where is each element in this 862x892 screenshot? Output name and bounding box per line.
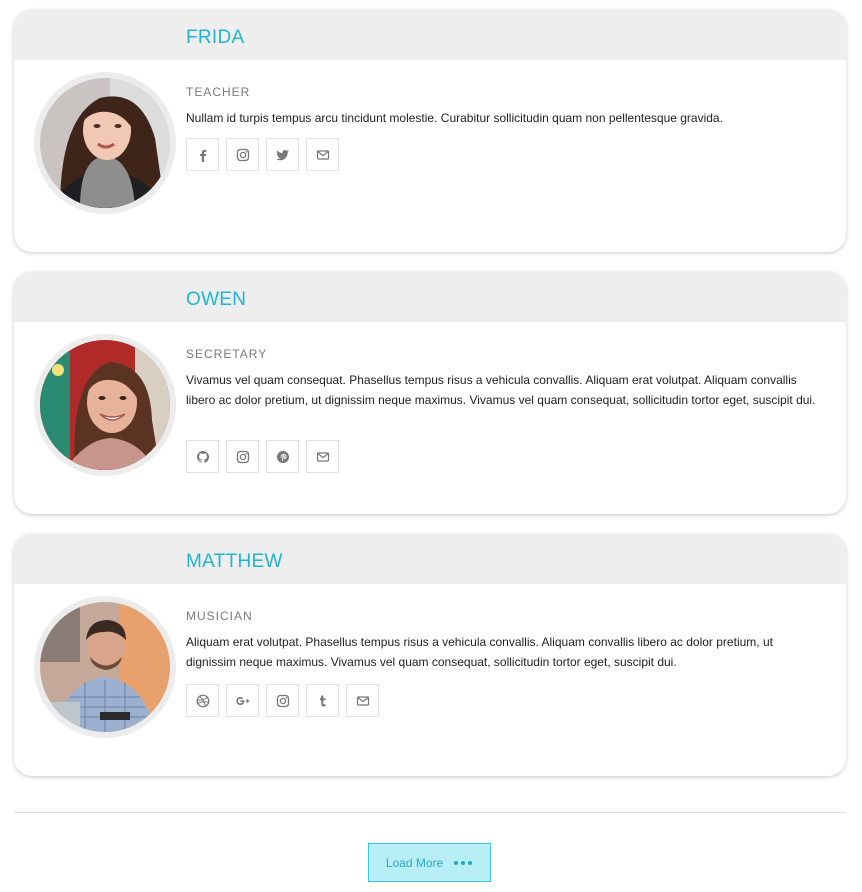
email-icon xyxy=(316,451,329,462)
facebook-icon xyxy=(199,149,206,162)
profile-name: OWEN xyxy=(186,289,247,310)
dribbble-link[interactable] xyxy=(186,684,219,717)
email-link[interactable] xyxy=(346,684,379,717)
email-link[interactable] xyxy=(306,138,339,171)
avatar xyxy=(34,596,176,738)
pinterest-icon xyxy=(276,450,289,463)
profile-description: Vivamus vel quam consequat. Phasellus te… xyxy=(186,373,816,407)
smiling-woman-portrait-photo xyxy=(40,340,170,470)
card-header: FRIDA xyxy=(14,10,846,60)
instagram-link[interactable] xyxy=(226,440,259,473)
profile-role: SECRETARY xyxy=(186,347,268,361)
social-links xyxy=(186,684,386,717)
load-more-button[interactable]: Load More xyxy=(368,843,491,882)
profile-description: Nullam id turpis tempus arcu tincidunt m… xyxy=(186,111,723,125)
profile-name: MATTHEW xyxy=(186,551,283,572)
profile-card-frida: FRIDA TEACHER Nullam id turpis tempus ar… xyxy=(14,10,846,252)
email-link[interactable] xyxy=(306,440,339,473)
facebook-link[interactable] xyxy=(186,138,219,171)
card-header: OWEN xyxy=(14,272,846,322)
google-plus-icon xyxy=(235,696,249,705)
ellipsis-icon xyxy=(452,860,473,865)
load-more-label: Load More xyxy=(385,855,444,870)
github-icon xyxy=(196,450,209,463)
profile-card-matthew: MATTHEW MUSICIAN Aliquam erat volutpat. … xyxy=(14,534,846,776)
profile-card-owen: OWEN SECRETARY Vivamus vel quam consequa… xyxy=(14,272,846,514)
profile-name: FRIDA xyxy=(186,27,245,48)
email-icon xyxy=(316,149,329,160)
twitter-link[interactable] xyxy=(266,138,299,171)
instagram-link[interactable] xyxy=(226,138,259,171)
instagram-icon xyxy=(236,148,249,161)
dribbble-icon xyxy=(196,694,209,707)
social-links xyxy=(186,138,346,171)
avatar xyxy=(34,72,176,214)
instagram-link[interactable] xyxy=(266,684,299,717)
profile-role: TEACHER xyxy=(186,85,251,99)
avatar xyxy=(34,334,176,476)
email-icon xyxy=(356,695,369,706)
profile-description: Aliquam erat volutpat. Phasellus tempus … xyxy=(186,635,773,669)
instagram-icon xyxy=(236,450,249,463)
profile-role: MUSICIAN xyxy=(186,609,253,623)
man-with-laptop-portrait-photo xyxy=(40,602,170,732)
woman-portrait-photo xyxy=(40,78,170,208)
twitter-icon xyxy=(275,149,289,160)
tumblr-icon xyxy=(319,695,326,706)
google-plus-link[interactable] xyxy=(226,684,259,717)
instagram-icon xyxy=(276,694,289,707)
github-link[interactable] xyxy=(186,440,219,473)
tumblr-link[interactable] xyxy=(306,684,339,717)
card-header: MATTHEW xyxy=(14,534,846,584)
section-divider xyxy=(14,812,846,813)
pinterest-link[interactable] xyxy=(266,440,299,473)
social-links xyxy=(186,440,346,473)
